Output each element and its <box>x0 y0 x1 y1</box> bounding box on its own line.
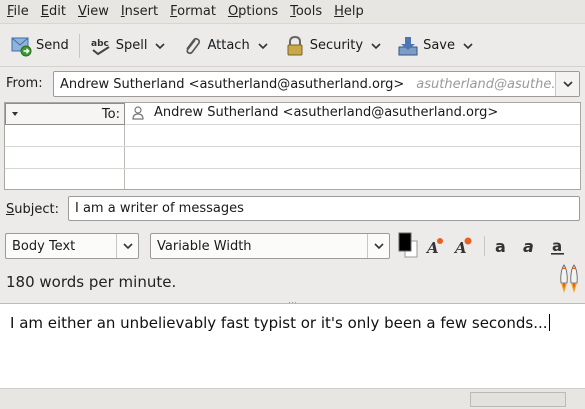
security-label: Security <box>309 38 364 53</box>
bold-icon[interactable]: a <box>492 236 512 256</box>
subject-label: Subject: <box>6 202 59 217</box>
progress-meter <box>470 392 566 407</box>
menu-insert-label: nsert <box>124 3 159 19</box>
font-value: Variable Width <box>157 238 252 254</box>
address-type-select[interactable]: To: <box>5 103 125 125</box>
svg-text:a: a <box>495 237 506 256</box>
send-label: Send <box>36 38 69 53</box>
spell-label: Spell <box>115 38 148 53</box>
toolbar-separator <box>78 33 80 58</box>
svg-text:a: a <box>552 237 562 255</box>
address-row: To: Andrew Sutherland <asutherland@asuth… <box>5 103 580 125</box>
address-type-cell <box>5 147 125 168</box>
paragraph-style-value: Body Text <box>12 238 76 254</box>
chevron-down-icon[interactable] <box>461 39 475 53</box>
menu-format-label: ormat <box>177 3 216 19</box>
menu-format[interactable]: Format <box>165 0 223 24</box>
status-bar <box>0 388 585 409</box>
recipient-field[interactable]: Andrew Sutherland <asutherland@asutherla… <box>132 105 498 120</box>
save-icon <box>397 35 419 57</box>
message-body-editor[interactable]: I am either an unbelievably fast typist … <box>0 303 585 388</box>
security-button[interactable]: Security <box>280 31 387 61</box>
menu-edit[interactable]: Edit <box>36 0 73 24</box>
toolbar-separator <box>484 236 485 256</box>
font-smaller-icon[interactable]: A <box>425 236 445 257</box>
addressing-widget: To: Andrew Sutherland <asutherland@asuth… <box>4 102 581 190</box>
spell-button[interactable]: abc Spell <box>86 31 172 61</box>
chevron-down-icon[interactable] <box>369 39 383 53</box>
spellcheck-icon: abc <box>90 35 112 57</box>
recipient-value: Andrew Sutherland <asutherland@asutherla… <box>154 105 499 120</box>
address-type-cell <box>5 169 125 189</box>
menu-edit-mnemonic: E <box>40 3 49 19</box>
menu-view-mnemonic: V <box>77 3 87 19</box>
svg-text:a: a <box>523 237 534 256</box>
menu-file[interactable]: File <box>2 0 36 24</box>
text-color-picker[interactable] <box>398 232 420 260</box>
font-select[interactable]: Variable Width <box>150 233 390 259</box>
menu-tools-label: ools <box>295 3 323 19</box>
svg-text:A: A <box>425 239 439 256</box>
chevron-down-icon[interactable] <box>116 234 138 258</box>
menu-help[interactable]: Help <box>329 0 371 24</box>
menu-help-mnemonic: H <box>334 3 344 19</box>
chevron-down-icon[interactable] <box>256 39 270 53</box>
menu-insert[interactable]: Insert <box>116 0 165 24</box>
send-icon <box>10 35 32 57</box>
svg-text:abc: abc <box>91 39 109 49</box>
chevron-down-icon[interactable] <box>555 72 579 96</box>
address-row-empty[interactable] <box>5 125 580 147</box>
chevron-down-icon[interactable] <box>153 39 167 53</box>
from-label: From: <box>6 76 43 91</box>
chevron-down-icon[interactable] <box>367 234 389 258</box>
paragraph-style-select[interactable]: Body Text <box>5 233 139 259</box>
menu-edit-label: dit <box>49 3 66 19</box>
message-body-text: I am either an unbelievably fast typist … <box>10 314 548 332</box>
underline-icon[interactable]: a <box>548 236 568 256</box>
wpm-status: 180 words per minute. <box>6 273 177 291</box>
save-button[interactable]: Save <box>393 31 479 61</box>
paperclip-icon <box>181 35 203 57</box>
send-button[interactable]: Send <box>6 31 73 61</box>
splitter-grip[interactable] <box>288 296 298 307</box>
attach-button[interactable]: Attach <box>177 31 273 61</box>
attach-label: Attach <box>207 38 250 53</box>
compose-toolbar: Send abc Spell Attach Security Save <box>0 25 585 67</box>
triangle-down-icon <box>12 112 18 116</box>
menu-options-label: ptions <box>238 3 279 19</box>
menu-view-label: iew <box>86 3 109 19</box>
menu-file-label: ile <box>13 3 29 19</box>
italic-icon[interactable]: a <box>520 236 540 256</box>
lock-icon <box>284 35 306 57</box>
address-type-cell <box>5 125 125 146</box>
font-larger-icon[interactable]: A <box>453 236 473 257</box>
address-row-empty[interactable] <box>5 169 580 189</box>
from-value: Andrew Sutherland <asutherland@asutherla… <box>60 76 405 92</box>
menu-view[interactable]: View <box>73 0 116 24</box>
address-type-label: To: <box>101 107 120 122</box>
address-row-empty[interactable] <box>5 147 580 169</box>
menu-options-mnemonic: O <box>227 3 239 19</box>
text-caret <box>548 314 550 331</box>
rocket-icon <box>557 263 581 297</box>
save-label: Save <box>423 38 456 53</box>
person-icon <box>132 105 144 120</box>
menu-options[interactable]: Options <box>223 0 285 24</box>
subject-input[interactable]: I am a writer of messages <box>68 196 580 221</box>
menu-tools[interactable]: Tools <box>285 0 329 24</box>
menu-bar: File Edit View Insert Format Options Too… <box>0 0 585 24</box>
from-hint: asutherland@asuthe... <box>416 76 555 92</box>
from-identity-select[interactable]: Andrew Sutherland <asutherland@asutherla… <box>53 71 580 97</box>
menu-help-label: elp <box>343 3 364 19</box>
